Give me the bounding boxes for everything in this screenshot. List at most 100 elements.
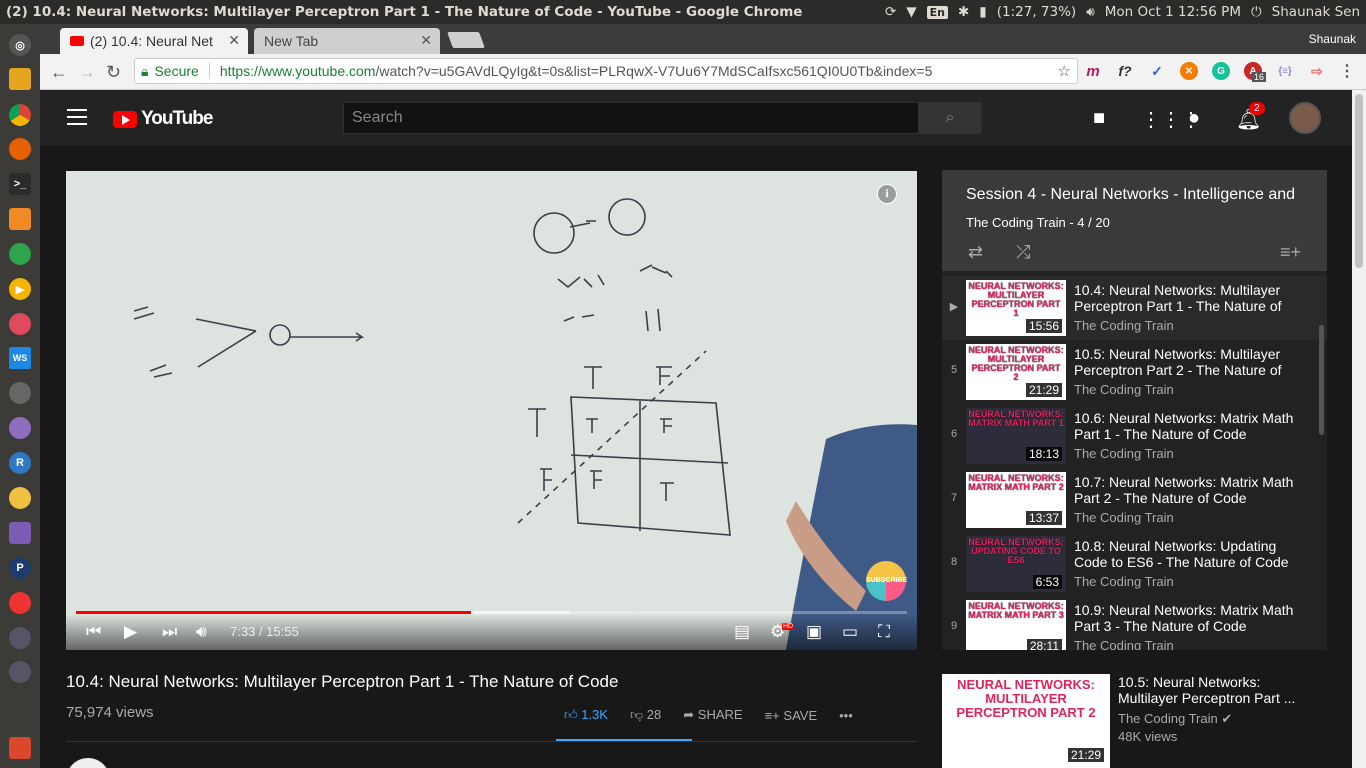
playlist-item-title[interactable]: 10.7: Neural Networks: Matrix Math Part …: [1074, 474, 1309, 506]
playlist-item-thumbnail[interactable]: NEURAL NETWORKS: MATRIX MATH PART 1 18:13: [966, 408, 1066, 464]
next-icon[interactable]: ⏭︎: [162, 622, 177, 642]
playlist-title[interactable]: Session 4 - Neural Networks - Intelligen…: [966, 186, 1311, 204]
files-icon[interactable]: [9, 68, 31, 90]
playlist-scrollbar[interactable]: [1319, 325, 1324, 435]
more-actions-icon[interactable]: •••: [839, 708, 853, 723]
info-icon[interactable]: i: [877, 184, 897, 204]
app-icon-7[interactable]: [9, 592, 31, 614]
bookmark-star-icon[interactable]: ☆: [1058, 62, 1071, 80]
atom-icon[interactable]: [9, 417, 31, 439]
play-icon[interactable]: ▶: [124, 622, 137, 642]
new-tab-button[interactable]: [447, 32, 485, 48]
pycharm-icon[interactable]: P: [9, 557, 31, 579]
search-button[interactable]: ⌕: [918, 102, 982, 134]
playlist-item[interactable]: 9 NEURAL NETWORKS: MATRIX MATH PART 3 28:1…: [942, 596, 1327, 650]
terminal-icon[interactable]: >_: [9, 173, 31, 195]
power-icon[interactable]: ⏻: [1251, 4, 1262, 20]
address-bar[interactable]: 🔒︎ Secure https://www.youtube.com/watch?…: [134, 58, 1078, 84]
messages-icon[interactable]: ●: [1188, 107, 1200, 130]
video-player[interactable]: i SUBSCRIBE ⏮︎ ▶ ⏭︎ 🔊︎ 7:33 / 15:55 ▤ ⚙ …: [66, 171, 917, 650]
extension-arrow-icon[interactable]: ⇨: [1308, 62, 1326, 80]
page-scrollbar[interactable]: [1352, 90, 1366, 768]
webstorm-icon[interactable]: WS: [9, 347, 31, 369]
miniplayer-icon[interactable]: ▣: [806, 622, 822, 642]
dislike-button[interactable]: 👎︎ 28: [630, 707, 661, 723]
playlist-item[interactable]: 8 NEURAL NETWORKS: UPDATING CODE TO ES6 6:…: [942, 532, 1327, 596]
app-icon-3[interactable]: ▶: [9, 278, 31, 300]
app-icon-4[interactable]: [9, 313, 31, 335]
app-icon-9[interactable]: [9, 661, 31, 683]
up-next-title[interactable]: 10.5: Neural Networks: Multilayer Percep…: [1118, 674, 1318, 706]
r-icon[interactable]: R: [9, 452, 31, 474]
avatar[interactable]: [1289, 102, 1321, 134]
extension-check-icon[interactable]: ✓: [1148, 62, 1166, 80]
playlist-item[interactable]: ▶ NEURAL NETWORKS: MULTILAYER PERCEPTRON …: [942, 276, 1327, 340]
extension-m-icon[interactable]: m: [1084, 62, 1102, 80]
extension-f-icon[interactable]: f?: [1116, 62, 1134, 80]
keyboard-layout[interactable]: En: [926, 5, 948, 19]
playlist-item-thumbnail[interactable]: NEURAL NETWORKS: MATRIX MATH PART 3 28:11: [966, 600, 1066, 650]
reload-icon[interactable]: ↻: [106, 62, 121, 83]
sync-icon[interactable]: ⟳: [885, 4, 896, 20]
theater-mode-icon[interactable]: ▭: [842, 622, 858, 642]
search-input[interactable]: Search: [343, 102, 919, 134]
dash-icon[interactable]: ◎: [9, 34, 31, 56]
progress-bar[interactable]: [76, 611, 907, 614]
playlist-item-title[interactable]: 10.8: Neural Networks: Updating Code to …: [1074, 538, 1309, 570]
playlist-item-thumbnail[interactable]: NEURAL NETWORKS: MATRIX MATH PART 2 13:37: [966, 472, 1066, 528]
youtube-logo[interactable]: YouTube: [113, 108, 213, 130]
share-button[interactable]: ➦ SHARE: [683, 707, 742, 723]
user-name[interactable]: Shaunak Sen: [1272, 4, 1360, 20]
back-icon[interactable]: ←: [50, 62, 68, 83]
fullscreen-icon[interactable]: ⛶: [878, 622, 890, 642]
close-tab-icon[interactable]: ✕: [420, 32, 432, 49]
app-icon-6[interactable]: [9, 522, 31, 544]
extension-json-icon[interactable]: {≡}: [1276, 62, 1294, 80]
playlist-item-title[interactable]: 10.9: Neural Networks: Matrix Math Part …: [1074, 602, 1309, 634]
forward-icon[interactable]: →: [78, 62, 96, 83]
database-icon[interactable]: [9, 382, 31, 404]
close-tab-icon[interactable]: ✕: [228, 32, 240, 49]
playlist-item-title[interactable]: 10.5: Neural Networks: Multilayer Percep…: [1074, 346, 1309, 378]
battery-status[interactable]: (1:27, 73%): [997, 4, 1076, 20]
tab-youtube[interactable]: (2) 10.4: Neural Net ✕: [60, 28, 248, 54]
subtitles-icon[interactable]: ▤: [734, 622, 750, 642]
tab-new-tab[interactable]: New Tab ✕: [254, 28, 440, 54]
app-icon-1[interactable]: [9, 208, 31, 230]
playlist-item-title[interactable]: 10.4: Neural Networks: Multilayer Percep…: [1074, 282, 1309, 314]
shuffle-icon[interactable]: ⤮: [1016, 242, 1030, 263]
chrome-icon[interactable]: [9, 104, 31, 126]
app-icon-2[interactable]: [9, 243, 31, 265]
save-button[interactable]: ≡+ SAVE: [765, 708, 818, 723]
up-next-thumbnail[interactable]: NEURAL NETWORKS: MULTILAYER PERCEPTRON P…: [942, 674, 1110, 768]
extension-x-icon[interactable]: ✕: [1180, 62, 1198, 80]
playlist-item[interactable]: 5 NEURAL NETWORKS: MULTILAYER PERCEPTRON …: [942, 340, 1327, 404]
playlist-item-thumbnail[interactable]: NEURAL NETWORKS: UPDATING CODE TO ES6 6:5…: [966, 536, 1066, 592]
grammarly-icon[interactable]: G: [1212, 62, 1230, 80]
app-icon-8[interactable]: [9, 627, 31, 649]
subscribe-watermark[interactable]: SUBSCRIBE: [866, 561, 907, 601]
up-next-channel[interactable]: The Coding Train ✔: [1118, 711, 1232, 727]
playlist-item-title[interactable]: 10.6: Neural Networks: Matrix Math Part …: [1074, 410, 1309, 442]
clock[interactable]: Mon Oct 1 12:56 PM: [1105, 4, 1241, 20]
wifi-icon[interactable]: ▼: [906, 4, 916, 20]
trash-icon[interactable]: [9, 737, 31, 759]
playlist-item[interactable]: 6 NEURAL NETWORKS: MATRIX MATH PART 1 18:1…: [942, 404, 1327, 468]
create-video-icon[interactable]: ■: [1093, 107, 1105, 130]
chrome-menu-icon[interactable]: ⋮: [1338, 62, 1356, 80]
playlist-item-thumbnail[interactable]: NEURAL NETWORKS: MULTILAYER PERCEPTRON P…: [966, 344, 1066, 400]
profile-name[interactable]: Shaunak: [1309, 32, 1356, 46]
battery-icon[interactable]: ▮: [979, 4, 986, 20]
app-icon-5[interactable]: [9, 487, 31, 509]
guide-menu-icon[interactable]: [67, 109, 87, 125]
like-button[interactable]: 👍︎ 1.3K: [564, 707, 608, 723]
volume-icon[interactable]: 🔊︎: [1086, 4, 1095, 20]
save-playlist-icon[interactable]: ≡+: [1280, 242, 1301, 263]
bluetooth-icon[interactable]: ✱: [958, 4, 969, 20]
playlist-item-thumbnail[interactable]: NEURAL NETWORKS: MULTILAYER PERCEPTRON P…: [966, 280, 1066, 336]
loop-icon[interactable]: ⇄: [968, 242, 983, 263]
volume-icon[interactable]: 🔊︎: [196, 622, 207, 642]
previous-icon[interactable]: ⏮︎: [86, 622, 101, 642]
scrollbar-thumb[interactable]: [1355, 94, 1363, 268]
firefox-icon[interactable]: [9, 138, 31, 160]
